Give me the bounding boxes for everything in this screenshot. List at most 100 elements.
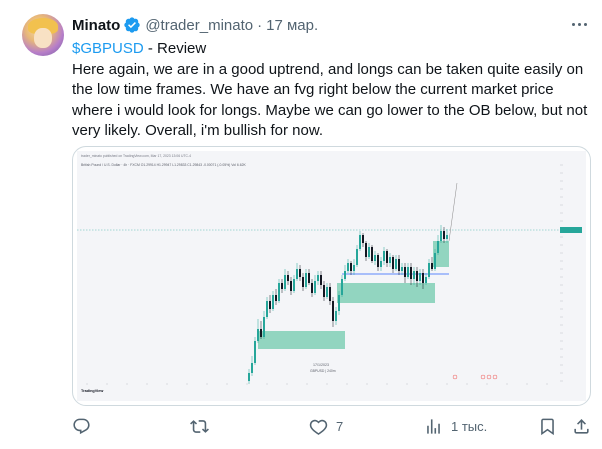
candle-body bbox=[356, 249, 358, 265]
candle-body bbox=[272, 295, 274, 309]
views-icon bbox=[427, 418, 440, 434]
tweet-header: Minato @trader_minato · 17 мар. bbox=[72, 14, 318, 36]
chart-annotation-sub: GBPUSD | 240m bbox=[310, 369, 336, 373]
candle-body bbox=[380, 261, 382, 267]
candle-body bbox=[308, 273, 310, 283]
like-button[interactable]: 7 bbox=[309, 414, 343, 438]
candle-body bbox=[425, 277, 427, 283]
candle-body bbox=[296, 269, 298, 279]
candle-body bbox=[404, 267, 406, 277]
tweet-body: Here again, we are in a good uptrend, an… bbox=[72, 60, 588, 140]
views-count: 1 тыс. bbox=[451, 418, 488, 434]
candle-body bbox=[341, 279, 343, 295]
tweet-date[interactable]: 17 мар. bbox=[266, 17, 318, 34]
candle-body bbox=[383, 251, 385, 261]
views-button[interactable]: 1 тыс. bbox=[424, 414, 487, 438]
tweet-text: $GBPUSD - Review Here again, we are in a… bbox=[72, 39, 592, 142]
candle-body bbox=[323, 285, 325, 297]
candle-body bbox=[389, 257, 391, 263]
tweet-title-line: $GBPUSD - Review bbox=[72, 39, 592, 60]
candle-body bbox=[344, 271, 346, 279]
candle-body bbox=[287, 275, 289, 281]
candle-body bbox=[347, 263, 349, 271]
candle-body bbox=[263, 317, 265, 337]
event-marker bbox=[492, 374, 498, 380]
chart-annotation: 17/1/2023 bbox=[313, 363, 329, 367]
candle-body bbox=[257, 329, 259, 341]
candle-body bbox=[407, 267, 409, 277]
candle-body bbox=[437, 241, 439, 253]
candle-body bbox=[395, 259, 397, 269]
candle-body bbox=[302, 277, 304, 287]
candle-body bbox=[281, 283, 283, 289]
candle-body bbox=[359, 235, 361, 249]
retweet-icon bbox=[190, 419, 209, 433]
candle-body bbox=[410, 267, 412, 279]
share-button[interactable] bbox=[572, 414, 591, 438]
event-marker bbox=[480, 374, 486, 380]
candle-body bbox=[398, 259, 400, 271]
candle-body bbox=[428, 263, 430, 277]
candle-body bbox=[293, 279, 295, 291]
chart-image: trader_minato published on TradingView.c… bbox=[77, 151, 586, 401]
bookmark-icon bbox=[541, 418, 554, 435]
candle-body bbox=[266, 301, 268, 317]
reply-button[interactable] bbox=[72, 414, 99, 438]
candle-body bbox=[248, 373, 250, 381]
candle-body bbox=[371, 247, 373, 261]
candle-body bbox=[431, 263, 433, 269]
candle-body bbox=[446, 235, 448, 239]
candle-body bbox=[353, 265, 355, 271]
candle-body bbox=[413, 271, 415, 279]
projection-arrow bbox=[448, 182, 458, 242]
heart-icon bbox=[309, 419, 328, 435]
candle-body bbox=[338, 295, 340, 311]
candle-body bbox=[332, 301, 334, 321]
reply-icon bbox=[73, 418, 90, 434]
candle-body bbox=[362, 235, 364, 243]
verified-badge-icon bbox=[124, 17, 141, 33]
candle-body bbox=[440, 231, 442, 241]
cashtag-link[interactable]: $GBPUSD bbox=[72, 40, 144, 57]
candle-body bbox=[290, 281, 292, 291]
candle-body bbox=[320, 275, 322, 285]
tweet-title-rest: - Review bbox=[143, 40, 207, 57]
candle-body bbox=[377, 255, 379, 267]
candle-body bbox=[350, 263, 352, 271]
candle-body bbox=[401, 267, 403, 271]
candlestick-chart: 17/1/2023 GBPUSD | 240m bbox=[77, 161, 586, 385]
header-separator: · bbox=[257, 16, 263, 34]
candle-body bbox=[386, 251, 388, 263]
candle-body bbox=[305, 273, 307, 287]
avatar[interactable] bbox=[22, 14, 64, 56]
tweet-media-chart[interactable]: trader_minato published on TradingView.c… bbox=[72, 146, 591, 406]
event-marker bbox=[486, 374, 492, 380]
candle-body bbox=[392, 257, 394, 269]
tradingview-logo: TradingView bbox=[81, 389, 104, 393]
retweet-button[interactable] bbox=[190, 414, 217, 438]
more-options-icon[interactable] bbox=[568, 14, 590, 34]
candle-body bbox=[254, 341, 256, 363]
candle-body bbox=[374, 255, 376, 261]
candle-body bbox=[275, 295, 277, 301]
candle-body bbox=[314, 281, 316, 293]
candle-body bbox=[443, 231, 445, 239]
candle-body bbox=[329, 287, 331, 301]
candle-body bbox=[434, 253, 436, 269]
author-name[interactable]: Minato bbox=[72, 17, 120, 34]
candle-body bbox=[317, 275, 319, 281]
order-block-zone bbox=[258, 331, 345, 349]
candle-body bbox=[368, 247, 370, 257]
bookmark-button[interactable] bbox=[538, 414, 565, 438]
candle-body bbox=[284, 275, 286, 289]
candle-body bbox=[299, 269, 301, 277]
author-handle[interactable]: @trader_minato bbox=[145, 17, 253, 34]
share-icon bbox=[574, 418, 589, 434]
candle-body bbox=[260, 329, 262, 337]
order-block-zone bbox=[337, 283, 435, 303]
candle-body bbox=[419, 273, 421, 281]
candle-body bbox=[251, 363, 253, 373]
current-price-label bbox=[560, 227, 582, 233]
price-scale bbox=[560, 161, 586, 383]
candle-body bbox=[269, 301, 271, 309]
